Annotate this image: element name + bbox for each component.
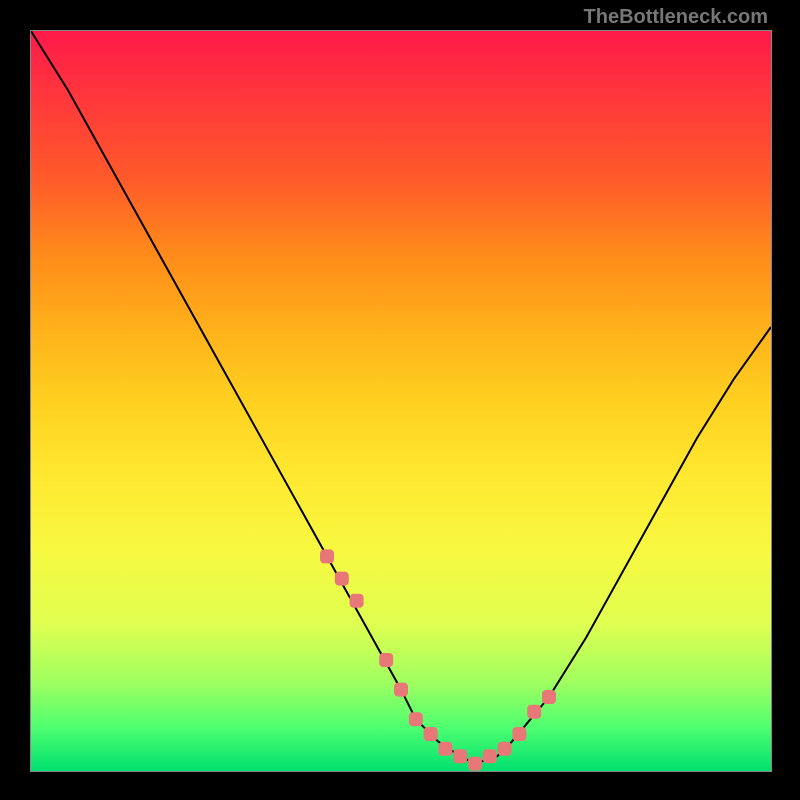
marker-point [468,757,482,771]
marker-point [379,653,393,667]
plot-area [30,30,772,772]
marker-point [483,749,497,763]
marker-point [350,594,364,608]
marker-point [542,690,556,704]
curve-svg [31,31,771,771]
marker-point [335,572,349,586]
bottleneck-curve [31,31,771,764]
watermark-label: TheBottleneck.com [584,6,768,29]
marker-point [394,683,408,697]
marker-point [453,749,467,763]
marker-point [498,742,512,756]
marker-point [320,549,334,563]
marker-point [512,727,526,741]
marker-point [527,705,541,719]
marker-point [438,742,452,756]
highlighted-points [320,549,556,770]
marker-point [409,712,423,726]
chart-container: TheBottleneck.com [0,0,800,800]
marker-point [424,727,438,741]
